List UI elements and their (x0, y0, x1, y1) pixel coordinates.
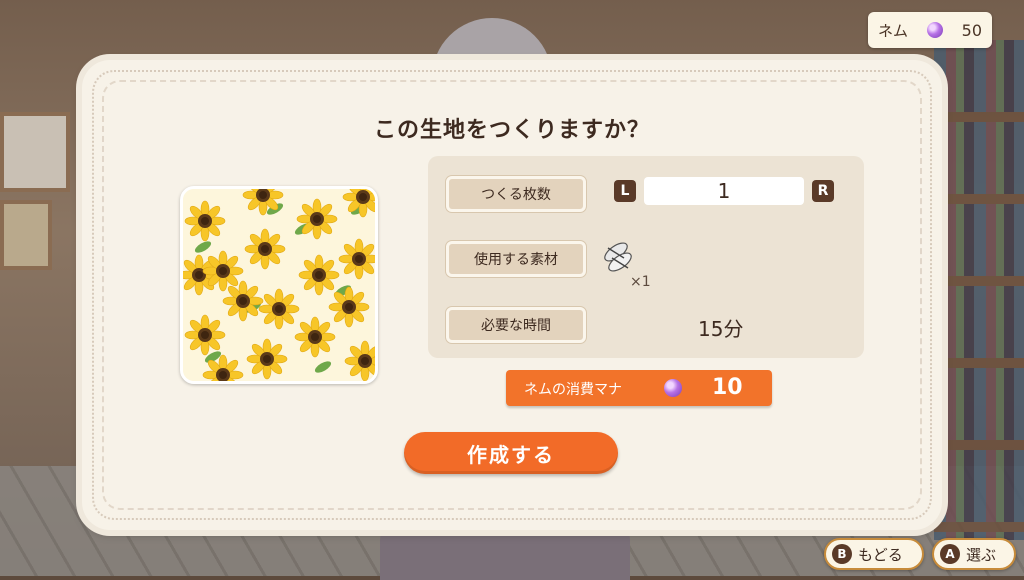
mana-cost-label: ネムの消費マナ (524, 382, 622, 398)
material-count: ×1 (630, 274, 651, 290)
a-key-icon: A (940, 544, 960, 564)
decrease-quantity-button[interactable]: L (614, 180, 636, 202)
material-label: 使用する素材 (446, 241, 586, 277)
create-button[interactable]: 作成する (404, 432, 618, 474)
craft-info-box: つくる枚数 L 1 R 使用する素材 ×1 必要な時間 15分 (428, 156, 864, 358)
time-label: 必要な時間 (446, 307, 586, 343)
sunflower-seeds-icon (604, 242, 632, 272)
select-button[interactable]: A 選ぶ (932, 538, 1016, 570)
wall-picture (0, 200, 52, 270)
back-button[interactable]: B もどる (824, 538, 924, 570)
mana-cost-value: 10 (712, 375, 743, 400)
back-label: もどる (858, 545, 903, 564)
sunflower-pattern (183, 189, 375, 381)
purple-gem-icon (664, 379, 682, 397)
quantity-label: つくる枚数 (446, 176, 586, 212)
craft-dialog: この生地をつくりますか？ つくる枚数 L 1 R 使用する素材 ×1 必要な時間… (82, 60, 942, 530)
currency-label: ネム (878, 21, 909, 40)
currency-value: 50 (961, 20, 982, 40)
purple-gem-icon (926, 22, 943, 38)
select-label: 選ぶ (966, 545, 997, 564)
time-value: 15分 (698, 317, 744, 341)
mana-cost-bar: ネムの消費マナ 10 (506, 370, 772, 406)
dialog-title: この生地をつくりますか？ (373, 118, 650, 143)
b-key-icon: B (832, 544, 852, 564)
quantity-value: 1 (644, 177, 804, 205)
currency-display: ネム 50 (868, 12, 992, 48)
fabric-preview (180, 186, 378, 384)
bookshelf (934, 40, 1024, 540)
wall-picture (0, 112, 70, 192)
increase-quantity-button[interactable]: R (812, 180, 834, 202)
